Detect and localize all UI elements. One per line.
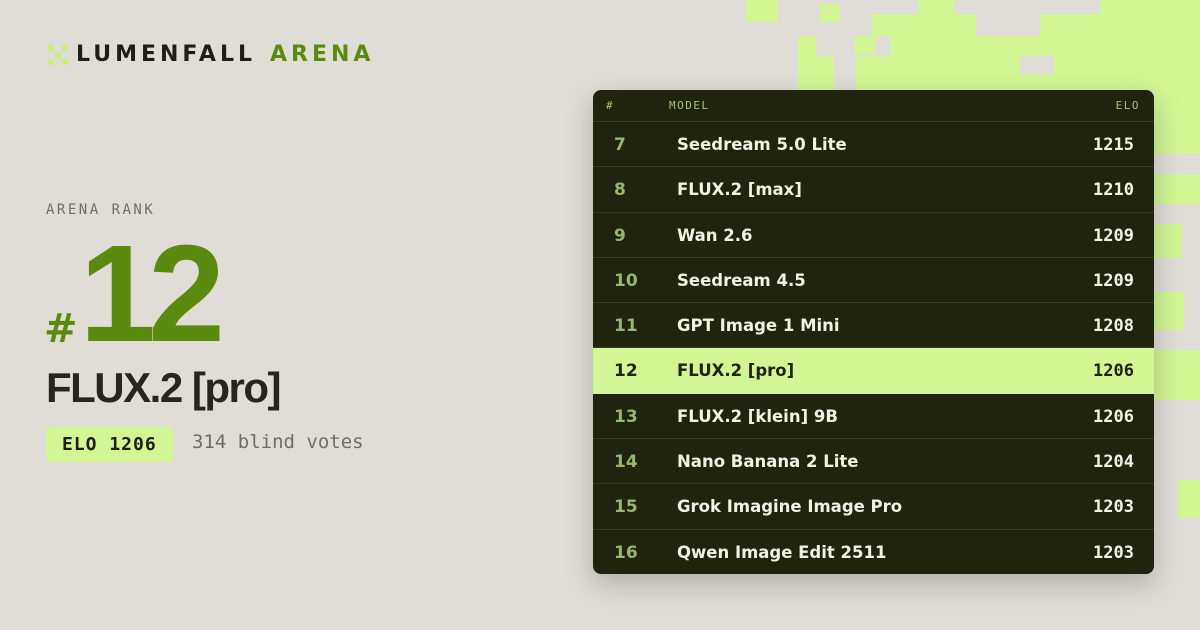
row-rank: 12	[614, 361, 638, 382]
row-model: FLUX.2 [klein] 9B	[677, 406, 838, 426]
row-elo: 1206	[1093, 406, 1134, 427]
table-row: 7 Seedream 5.0 Lite 1215	[593, 122, 1154, 168]
rank-number: 12	[79, 217, 225, 371]
row-model: FLUX.2 [pro]	[677, 361, 795, 381]
row-elo: 1208	[1093, 316, 1134, 337]
row-model: Seedream 4.5	[677, 270, 806, 290]
row-model: Seedream 5.0 Lite	[677, 135, 847, 154]
vote-count: 314 blind votes	[192, 431, 364, 453]
header-rank: #	[606, 99, 615, 112]
row-elo: 1209	[1093, 270, 1134, 291]
row-rank: 13	[614, 406, 638, 427]
row-elo: 1203	[1093, 497, 1134, 518]
model-name: FLUX.2 [pro]	[46, 364, 281, 411]
row-elo: 1204	[1093, 452, 1134, 473]
table-row: 15 Grok Imagine Image Pro 1203	[593, 484, 1154, 530]
brand-name: LUMENFALL	[76, 42, 256, 67]
table-row: 8 FLUX.2 [max] 1210	[593, 167, 1154, 213]
row-rank: 7	[614, 135, 626, 155]
brand-accent: ARENA	[270, 42, 375, 67]
row-elo: 1209	[1093, 225, 1134, 246]
table-row: 10 Seedream 4.5 1209	[593, 258, 1154, 304]
row-elo: 1215	[1093, 135, 1134, 155]
row-model: Qwen Image Edit 2511	[677, 542, 887, 562]
row-elo: 1203	[1093, 542, 1134, 563]
rank-hash: #	[44, 306, 78, 352]
row-elo: 1210	[1093, 180, 1134, 201]
row-rank: 14	[614, 452, 638, 473]
row-rank: 9	[614, 225, 626, 246]
brand-logo: LUMENFALL ARENA	[48, 42, 374, 67]
row-rank: 15	[614, 497, 638, 518]
pixel-cross-icon	[48, 44, 68, 65]
row-rank: 11	[614, 316, 638, 337]
header-model: MODEL	[669, 99, 710, 112]
table-row: 14 Nano Banana 2 Lite 1204	[593, 439, 1154, 485]
row-model: Nano Banana 2 Lite	[677, 452, 859, 472]
leaderboard-header: # MODEL ELO	[593, 90, 1154, 122]
row-model: GPT Image 1 Mini	[677, 316, 840, 336]
row-rank: 16	[614, 542, 638, 563]
row-elo: 1206	[1093, 361, 1134, 382]
leaderboard-table: # MODEL ELO 7 Seedream 5.0 Lite 1215 8 F…	[593, 90, 1154, 574]
row-rank: 10	[614, 270, 638, 291]
table-row: 11 GPT Image 1 Mini 1208	[593, 303, 1154, 349]
row-rank: 8	[614, 180, 626, 201]
header-elo: ELO	[1115, 99, 1140, 112]
rank-display: # 12	[44, 217, 225, 371]
row-model: Wan 2.6	[677, 225, 753, 245]
rank-label: ARENA RANK	[46, 202, 156, 218]
table-row-highlighted: 12 FLUX.2 [pro] 1206	[593, 348, 1154, 394]
table-row: 16 Qwen Image Edit 2511 1203	[593, 530, 1154, 574]
row-model: Grok Imagine Image Pro	[677, 497, 903, 517]
table-row: 9 Wan 2.6 1209	[593, 213, 1154, 258]
table-row: 13 FLUX.2 [klein] 9B 1206	[593, 394, 1154, 440]
elo-badge: ELO 1206	[46, 427, 173, 462]
row-model: FLUX.2 [max]	[677, 180, 802, 200]
